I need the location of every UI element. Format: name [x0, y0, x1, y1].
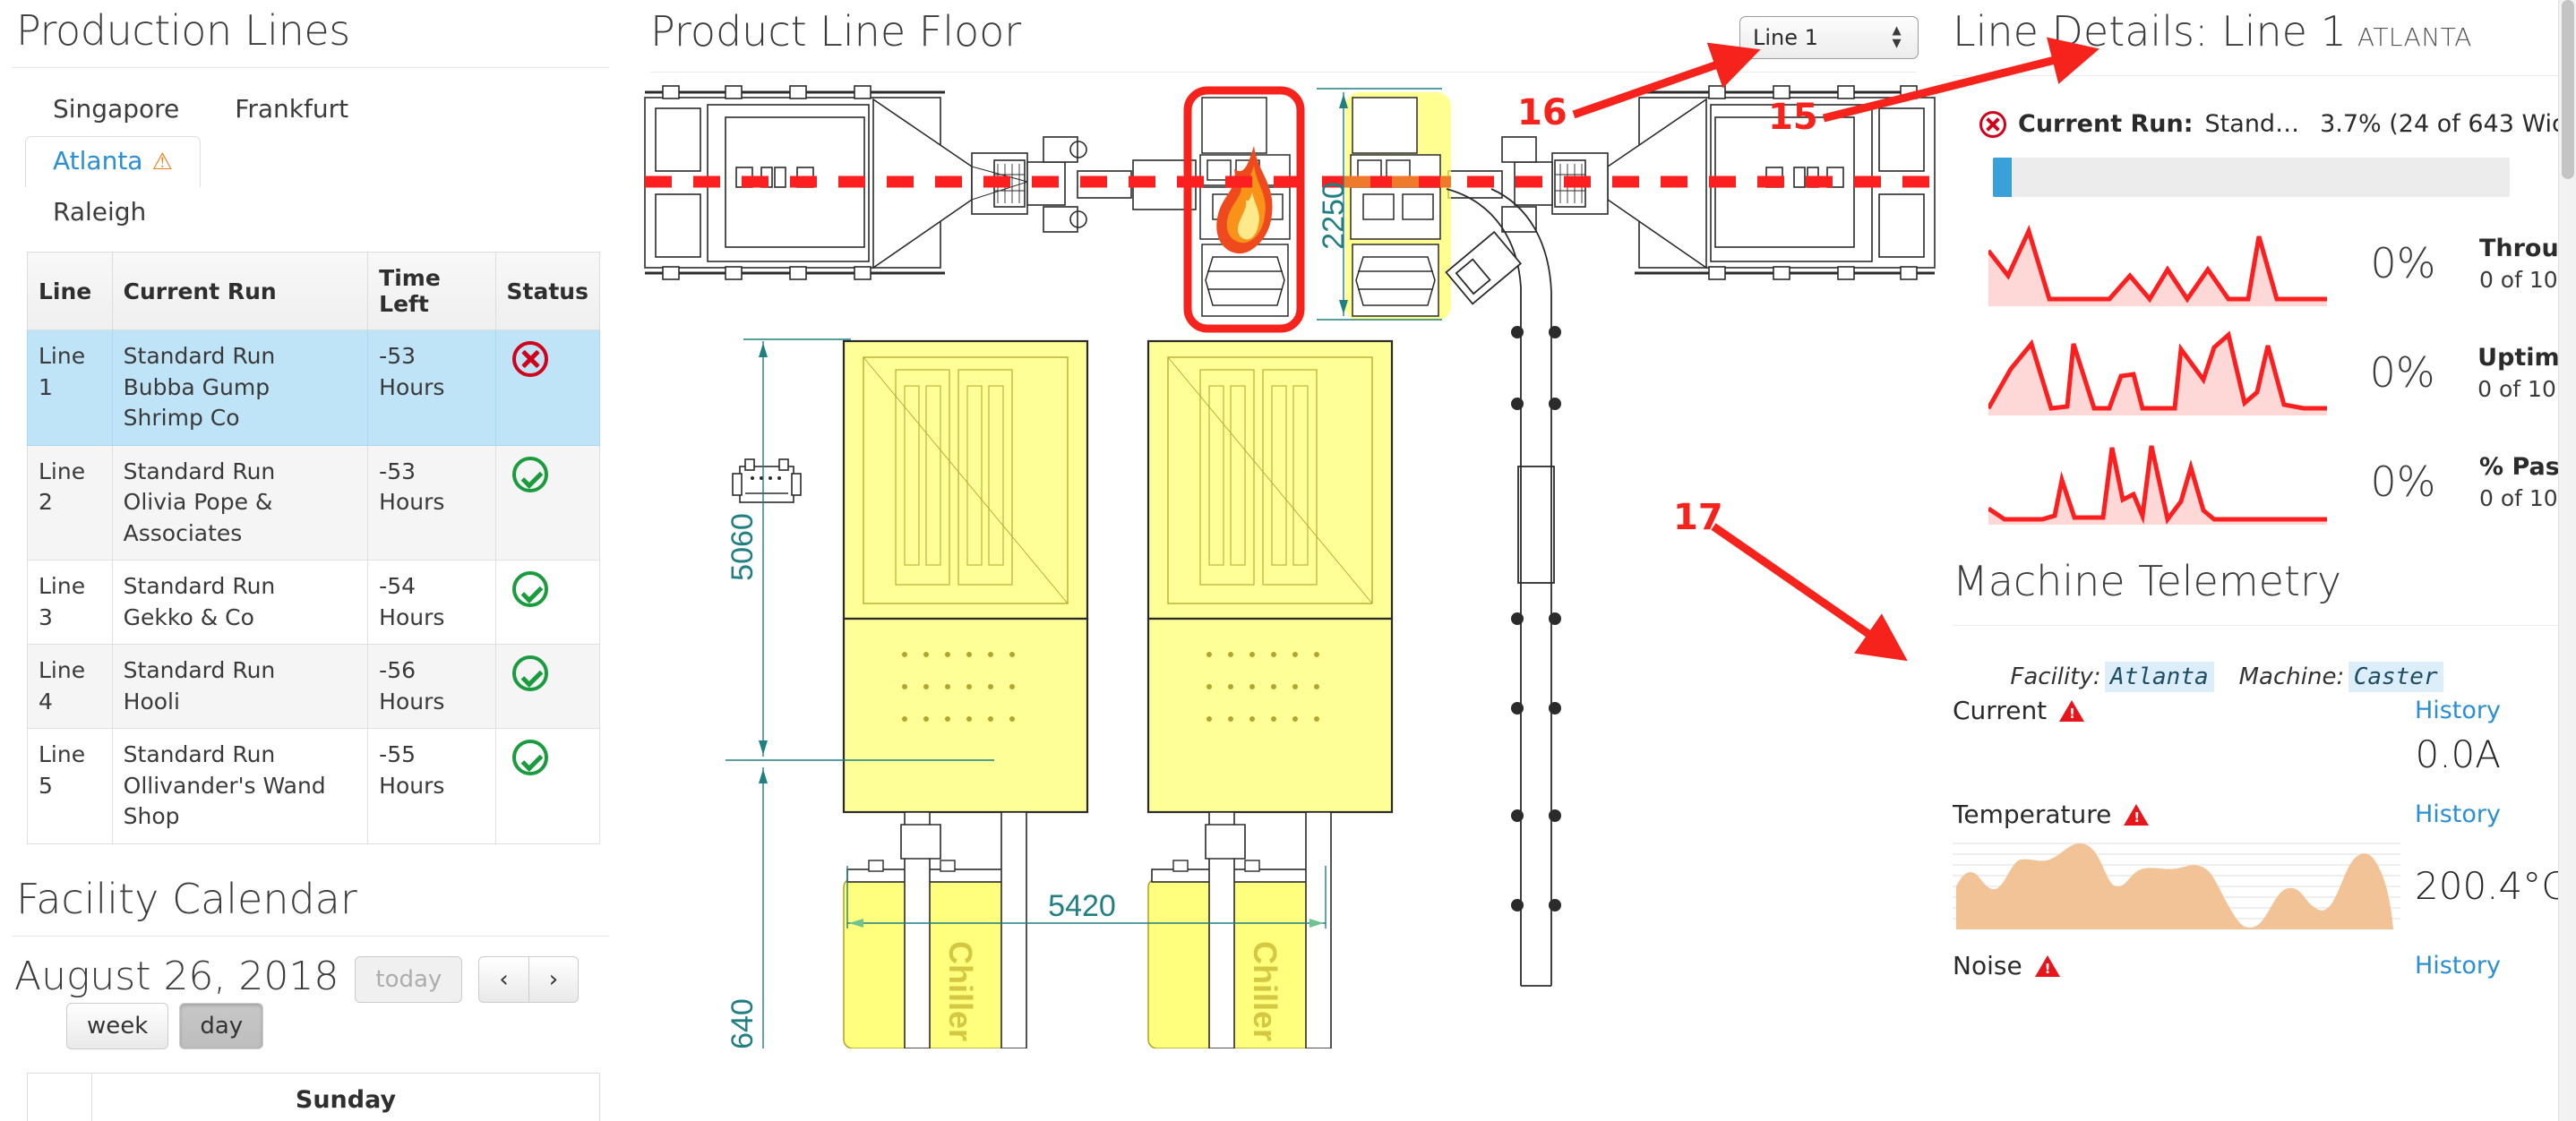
- annotation-arrow-17: [1711, 523, 1908, 662]
- annotation-number-15: 15: [1768, 97, 1818, 138]
- annotation-overlay: [1572, 37, 2099, 662]
- annotation-number-16: 16: [1517, 92, 1567, 133]
- annotation-number-17: 17: [1673, 497, 1723, 538]
- annotation-arrow-16: [1572, 42, 1761, 119]
- annotation-arrow-15: [1822, 37, 2099, 123]
- production-dashboard: Production Lines Singapore Frankfurt Atl…: [0, 0, 2576, 1121]
